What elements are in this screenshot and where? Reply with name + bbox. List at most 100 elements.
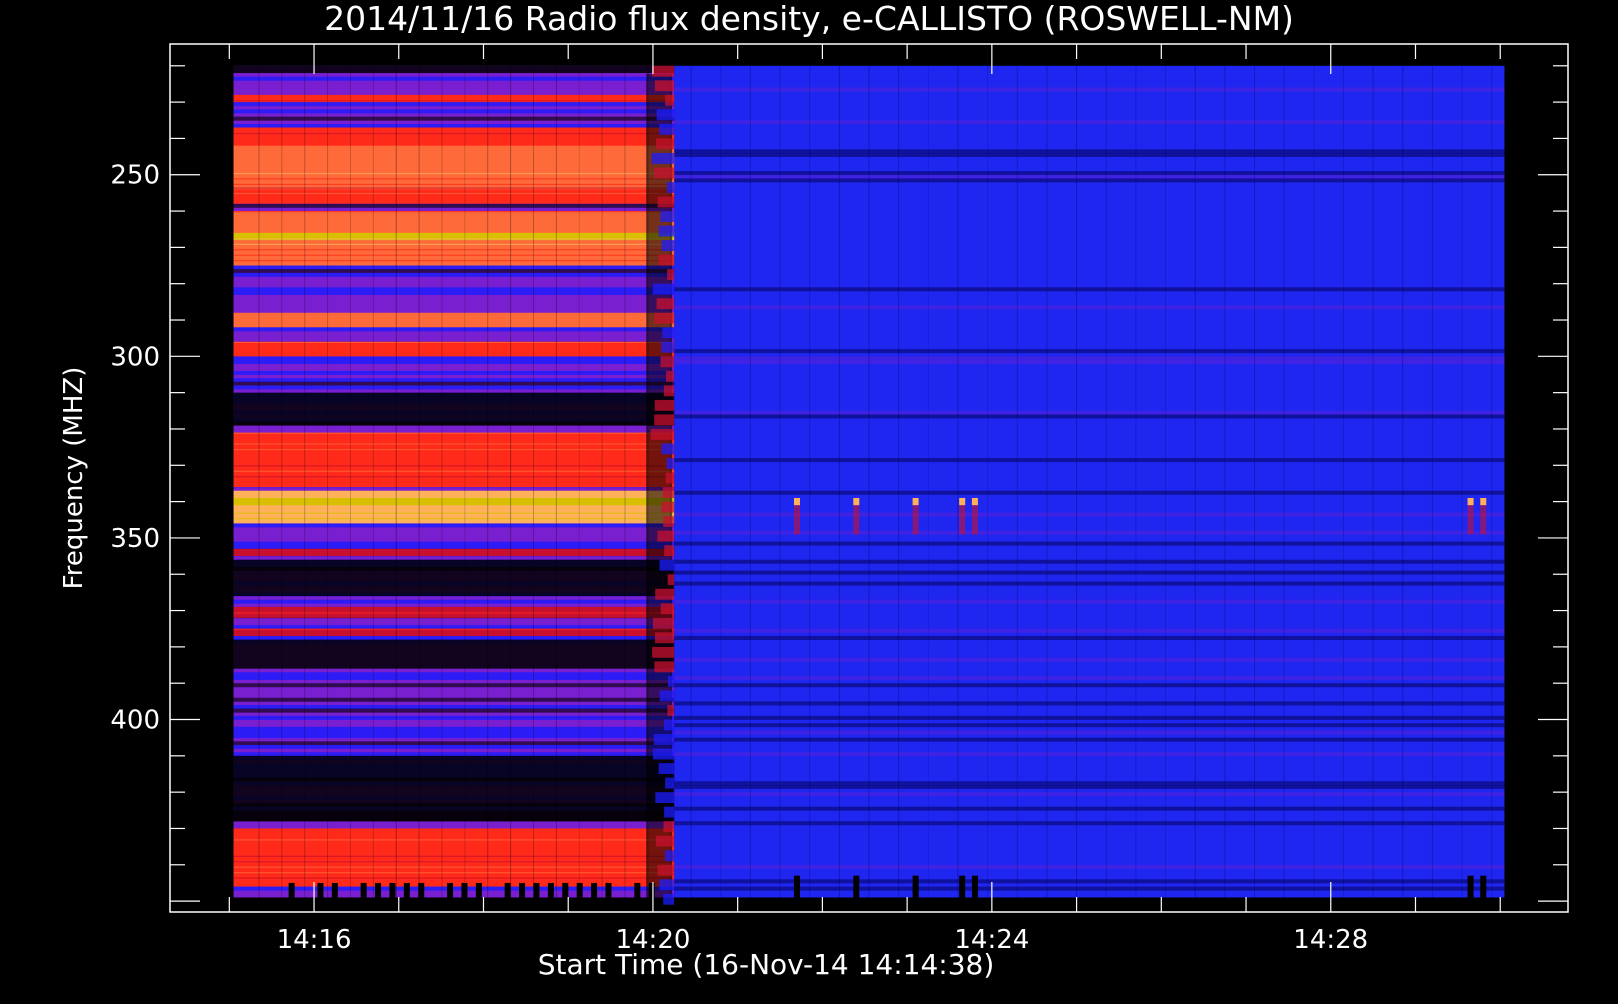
spike-tail xyxy=(1467,505,1474,535)
band-row xyxy=(233,265,675,270)
hot-band xyxy=(233,312,675,328)
band-row xyxy=(674,730,1505,735)
transition-edge-fragment xyxy=(660,356,675,368)
y-tick-label: 250 xyxy=(110,161,160,191)
bottom-notch xyxy=(591,882,598,898)
bottom-notch xyxy=(288,882,295,898)
hot-stripe xyxy=(233,503,675,505)
dark-band xyxy=(233,755,675,822)
band-row xyxy=(233,523,675,528)
band-row xyxy=(674,490,1505,495)
bottom-notch xyxy=(648,882,655,898)
band-row xyxy=(233,697,675,702)
band-row xyxy=(233,635,675,641)
band-row xyxy=(233,683,675,688)
transition-edge-fragment xyxy=(667,269,675,281)
transition-edge-fragment xyxy=(661,501,675,513)
transition-edge-fragment xyxy=(661,240,675,252)
transition-edge-fragment xyxy=(652,65,675,77)
hot-band xyxy=(233,548,675,557)
band-row xyxy=(233,287,675,292)
transition-edge-fragment xyxy=(655,835,675,847)
bottom-notch xyxy=(375,882,382,898)
hot-band xyxy=(233,341,675,357)
bottom-notch xyxy=(389,882,396,898)
transition-edge-fragment xyxy=(655,588,675,600)
hot-stripe xyxy=(233,465,675,467)
transition-edge-fragment xyxy=(663,821,675,833)
x-axis-label: Start Time (16-Nov-14 14:14:38) xyxy=(538,948,995,981)
band-row xyxy=(674,675,1505,680)
hot-stripe xyxy=(233,855,675,857)
band-row xyxy=(674,458,1505,463)
spike-notch xyxy=(853,875,860,898)
transition-edge-fragment xyxy=(653,734,675,745)
hot-stripe xyxy=(233,612,675,614)
chart-svg: 2014/11/16 Radio flux density, e-CALLIST… xyxy=(0,0,1618,1000)
hot-stripe xyxy=(233,192,675,195)
x-tick-label: 14:28 xyxy=(1293,925,1368,955)
transition-edge-fragment xyxy=(652,283,675,295)
hot-stripe xyxy=(233,178,675,180)
hot-stripe xyxy=(233,872,675,874)
spike-mark xyxy=(853,497,860,506)
spike-notch xyxy=(793,875,800,898)
band-row xyxy=(674,120,1505,125)
band-row xyxy=(674,781,1505,786)
transition-edge-fragment xyxy=(660,211,675,222)
band-row xyxy=(674,559,1505,564)
transition-edge-fragment xyxy=(657,530,675,542)
band-row xyxy=(674,657,1505,662)
band-row xyxy=(674,784,1505,789)
transition-edge-fragment xyxy=(656,109,675,121)
transition-edge-fragment xyxy=(664,806,675,818)
band-row xyxy=(674,414,1505,419)
transition-edge-fragment xyxy=(661,443,675,455)
spike-tail xyxy=(912,505,919,535)
y-tick-label: 400 xyxy=(110,706,160,736)
spike-notch xyxy=(912,875,919,898)
bottom-notch xyxy=(461,882,468,898)
bottom-notch xyxy=(547,882,554,898)
band-row xyxy=(674,581,1505,586)
spike-mark xyxy=(971,497,978,506)
transition-edge-fragment xyxy=(666,370,675,382)
hot-stripe xyxy=(233,443,675,445)
spike-tail xyxy=(959,505,966,535)
spike-mark xyxy=(1480,497,1487,506)
hot-stripe xyxy=(233,476,675,478)
band-row xyxy=(674,178,1505,183)
hot-stripe xyxy=(233,132,675,135)
transition-edge-fragment xyxy=(654,167,675,179)
band-row xyxy=(233,625,675,630)
band-row xyxy=(233,715,675,720)
hot-band xyxy=(233,432,675,488)
transition-edge-fragment xyxy=(666,458,675,469)
dark-band xyxy=(233,639,675,669)
hot-stripe xyxy=(233,183,675,186)
hot-stripe xyxy=(233,187,675,189)
spike-tail xyxy=(971,505,978,535)
band-row xyxy=(233,123,675,128)
band-row xyxy=(674,715,1505,720)
band-row xyxy=(674,635,1505,641)
transition-edge-fragment xyxy=(662,327,675,339)
transition-edge-fragment xyxy=(654,661,675,673)
dark-band xyxy=(233,559,675,597)
hot-stripe xyxy=(233,512,675,514)
hot-stripe xyxy=(233,176,675,178)
band-row xyxy=(674,737,1505,742)
band-row xyxy=(674,356,1505,361)
transition-edge-fragment xyxy=(656,298,675,310)
transition-edge-fragment xyxy=(658,763,675,774)
spike-mark xyxy=(1467,497,1474,506)
band-row xyxy=(233,752,675,757)
transition-edge-fragment xyxy=(657,196,675,208)
x-tick-label: 14:16 xyxy=(277,925,352,955)
band-row xyxy=(233,381,675,386)
bottom-notch xyxy=(418,882,425,898)
spike-mark xyxy=(912,497,919,506)
hot-stripe xyxy=(233,866,675,868)
band-row xyxy=(674,864,1505,869)
band-row xyxy=(674,683,1505,688)
